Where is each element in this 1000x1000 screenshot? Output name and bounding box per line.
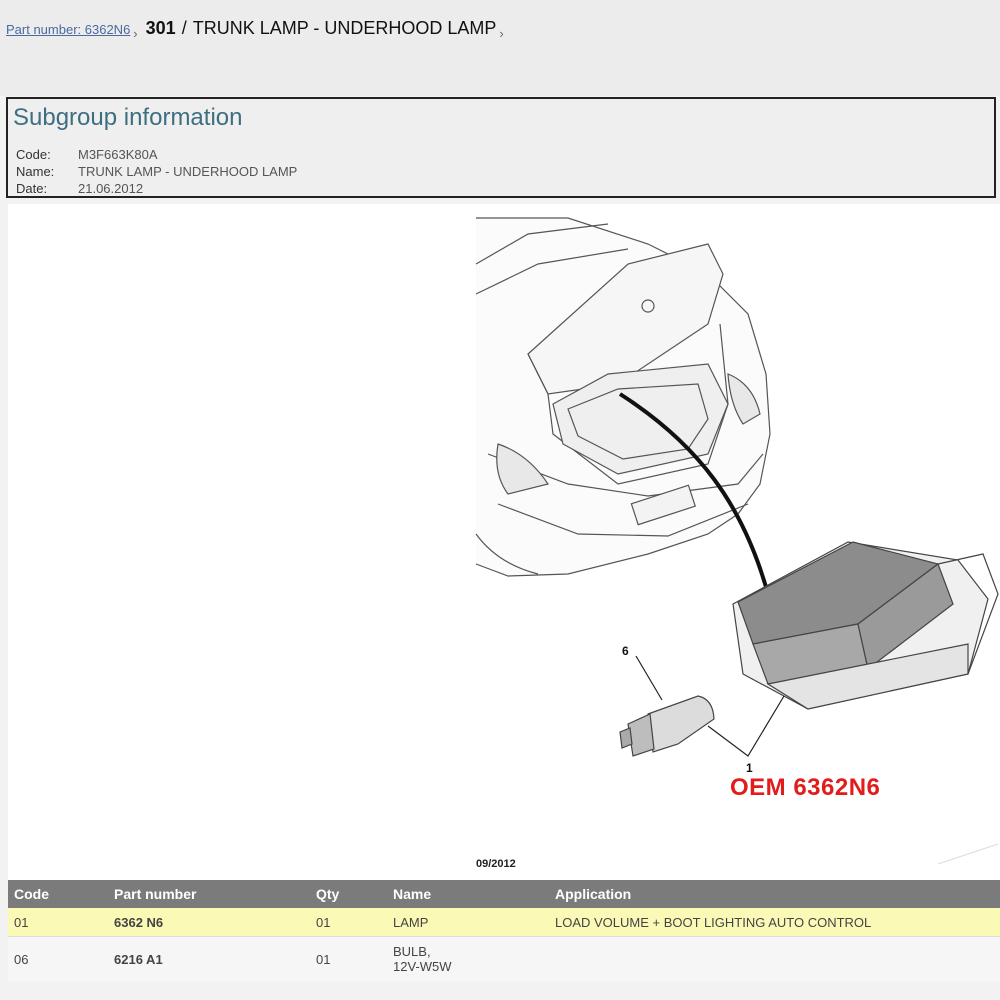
cell-name-line2: 12V-W5W xyxy=(393,959,452,974)
breadcrumb-separator: / xyxy=(181,18,187,38)
cell-code: 06 xyxy=(8,936,108,981)
breadcrumb: Part number: 6362N6 › 301 / TRUNK LAMP -… xyxy=(6,18,512,44)
cell-name: LAMP xyxy=(387,908,549,937)
col-name[interactable]: Name xyxy=(387,880,549,908)
info-code-row: Code: M3F663K80A xyxy=(16,147,158,162)
date-value: 21.06.2012 xyxy=(78,181,144,196)
col-code[interactable]: Code xyxy=(8,880,108,908)
chevron-right-icon: › xyxy=(133,26,138,41)
name-label: Name: xyxy=(16,164,55,179)
cell-qty: 01 xyxy=(310,908,387,937)
cell-application: LOAD VOLUME + BOOT LIGHTING AUTO CONTROL xyxy=(549,908,1000,937)
oem-label: OEM 6362N6 xyxy=(730,774,881,801)
diagram-date-stamp: 09/2012 xyxy=(476,858,516,870)
cell-name: BULB, 12V-W5W xyxy=(387,936,549,981)
code-value: M3F663K80A xyxy=(78,147,158,162)
cell-qty: 01 xyxy=(310,936,387,981)
subgroup-info-panel: Subgroup information Code: M3F663K80A Nam… xyxy=(6,97,996,198)
table-row[interactable]: 06 6216 A1 01 BULB, 12V-W5W xyxy=(8,936,1000,981)
model-number: 301 xyxy=(145,18,176,38)
col-application[interactable]: Application xyxy=(549,880,1000,908)
col-qty[interactable]: Qty xyxy=(310,880,387,908)
cell-name-line1: BULB, xyxy=(393,944,431,959)
subgroup-heading: Subgroup information xyxy=(13,104,243,131)
header-band xyxy=(0,0,1000,96)
trunk-lamp-illustration xyxy=(732,541,999,710)
cell-part-number[interactable]: 6362 N6 xyxy=(108,908,310,937)
callout-6: 6 xyxy=(622,644,629,658)
date-label: Date: xyxy=(16,181,48,196)
table-header-row: Code Part number Qty Name Application xyxy=(8,880,1000,908)
cell-code: 01 xyxy=(8,908,108,937)
info-name-row: Name: TRUNK LAMP - UNDERHOOD LAMP xyxy=(16,164,297,179)
parts-table: Code Part number Qty Name Application 01… xyxy=(8,880,1000,981)
callout-1: 1 xyxy=(746,761,753,775)
info-date-row: Date: 21.06.2012 xyxy=(16,181,143,196)
col-part-number[interactable]: Part number xyxy=(108,880,310,908)
table-row[interactable]: 01 6362 N6 01 LAMP LOAD VOLUME + BOOT LI… xyxy=(8,908,1000,937)
cell-application xyxy=(549,936,1000,981)
bulb-illustration xyxy=(619,695,715,757)
part-number-link[interactable]: Part number: 6362N6 xyxy=(6,22,130,37)
chevron-right-icon: › xyxy=(499,26,504,41)
parts-diagram: 6 1 OEM 6362N6 09/2012 xyxy=(8,204,1000,880)
name-value: TRUNK LAMP - UNDERHOOD LAMP xyxy=(78,164,298,179)
code-label: Code: xyxy=(16,147,51,162)
breadcrumb-title: TRUNK LAMP - UNDERHOOD LAMP xyxy=(192,18,497,38)
cell-part-number[interactable]: 6216 A1 xyxy=(108,936,310,981)
